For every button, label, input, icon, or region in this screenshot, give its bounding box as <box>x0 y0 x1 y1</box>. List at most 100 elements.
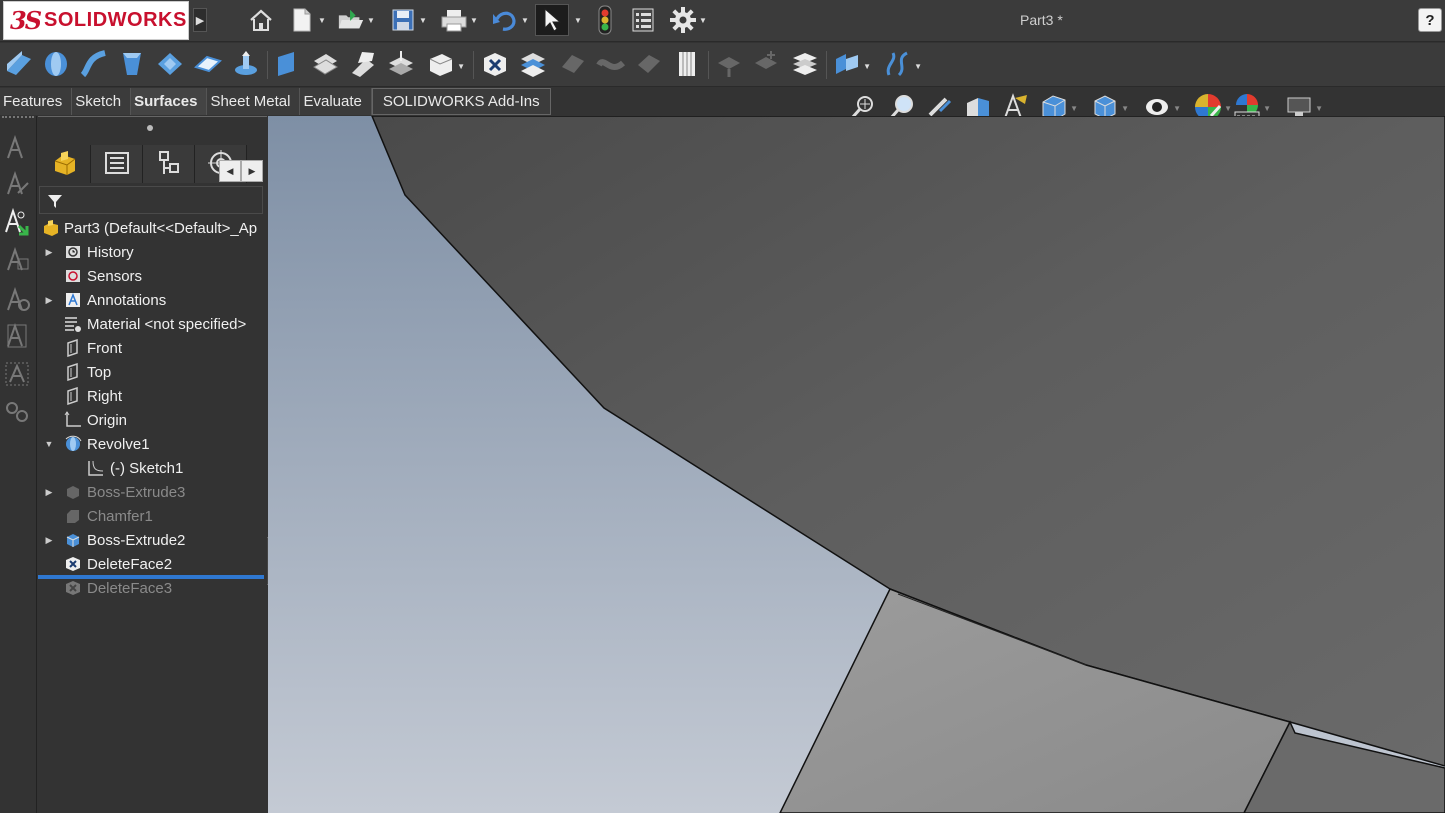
untrim-surface-button[interactable] <box>595 49 627 81</box>
tab-sketch[interactable]: Sketch <box>72 88 132 115</box>
reference-geometry-button[interactable]: ▼ <box>831 49 871 81</box>
planar-surface-icon <box>272 49 302 82</box>
swept-surface-button[interactable] <box>78 49 110 81</box>
curves-button[interactable]: ▼ <box>882 49 922 81</box>
tab-solidworks-add-ins[interactable]: SOLIDWORKS Add-Ins <box>371 88 551 115</box>
tree-item-chamfer1[interactable]: Chamfer1 <box>38 504 267 528</box>
help-button[interactable]: ? <box>1418 8 1442 32</box>
note-button[interactable] <box>2 134 32 164</box>
boundary-surface-button[interactable] <box>154 49 186 81</box>
graphics-area[interactable] <box>268 116 1445 813</box>
planar-surface-button[interactable] <box>271 49 303 81</box>
command-toolbar: ▼ ▼ ▼ <box>0 43 1445 87</box>
collapse-arrow-icon[interactable]: ▼ <box>43 438 55 450</box>
balloon-button[interactable] <box>2 170 32 200</box>
lofted-surface-button[interactable] <box>116 49 148 81</box>
geometric-tolerance-button[interactable] <box>2 360 32 390</box>
tree-item-material[interactable]: Material <not specified> <box>38 312 267 336</box>
tab-sheet-metal[interactable]: Sheet Metal <box>207 88 301 115</box>
new-document-dropdown-icon[interactable]: ▼ <box>318 16 326 25</box>
knit-surface-button[interactable] <box>633 49 665 81</box>
tree-item-front-plane[interactable]: Front <box>38 336 267 360</box>
delete-face-button[interactable]: ▼ <box>425 49 465 81</box>
tree-item-top-plane[interactable]: Top <box>38 360 267 384</box>
view-settings-dropdown-icon[interactable]: ▼ <box>1315 104 1323 113</box>
expand-arrow-icon[interactable]: ▶ <box>43 294 55 306</box>
display-style-dropdown-icon[interactable]: ▼ <box>1121 104 1129 113</box>
tree-item-sensors[interactable]: Sensors <box>38 264 267 288</box>
print-button[interactable]: ▼ <box>436 4 482 36</box>
surface-flatten-button[interactable] <box>385 49 417 81</box>
tree-item-right-plane[interactable]: Right <box>38 384 267 408</box>
scroll-right-icon[interactable]: ▶ <box>241 160 263 182</box>
options-button[interactable]: ▼ <box>665 4 711 36</box>
select-button[interactable] <box>535 4 569 36</box>
tree-filter[interactable] <box>39 186 263 214</box>
trim-surface-button[interactable] <box>557 49 589 81</box>
home-button[interactable] <box>245 4 277 36</box>
curves-dropdown-icon[interactable]: ▼ <box>914 62 922 71</box>
print-dropdown-icon[interactable]: ▼ <box>470 16 478 25</box>
tab-surfaces[interactable]: Surfaces <box>131 88 208 115</box>
tab-configuration-manager[interactable] <box>143 145 195 183</box>
smart-dimension-annotation-button[interactable] <box>2 207 32 238</box>
model-view[interactable] <box>268 116 1445 813</box>
cut-with-surface-button[interactable] <box>750 49 782 81</box>
tree-item-sketch1[interactable]: (-) Sketch1 <box>38 456 267 480</box>
rebuild-button[interactable] <box>592 4 618 36</box>
undo-dropdown-icon[interactable]: ▼ <box>521 16 529 25</box>
tree-root-part[interactable]: Part3 (Default<<Default>_Ap <box>38 216 267 240</box>
expand-menu-button[interactable]: ▶ <box>193 8 207 32</box>
solidworks-logo[interactable]: 3S SOLIDWORKS <box>3 1 189 40</box>
tab-property-manager[interactable] <box>91 145 143 183</box>
expand-arrow-icon[interactable]: ▶ <box>43 486 55 498</box>
undo-button[interactable]: ▼ <box>487 4 533 36</box>
extend-surface-button[interactable] <box>517 49 549 81</box>
tree-item-revolve1[interactable]: ▼ Revolve1 <box>38 432 267 456</box>
surface-stack-button[interactable] <box>789 49 821 81</box>
tree-item-label: Right <box>87 387 123 405</box>
save-button[interactable]: ▼ <box>385 4 431 36</box>
tree-item-boss-extrude3[interactable]: ▶ Boss-Extrude3 <box>38 480 267 504</box>
hide-show-items-dropdown-icon[interactable]: ▼ <box>1173 104 1181 113</box>
offset-surface-button[interactable] <box>309 49 341 81</box>
tree-item-history[interactable]: ▶ History <box>38 240 267 264</box>
ruled-surface-button[interactable] <box>347 49 379 81</box>
panel-splitter-handle[interactable] <box>147 125 153 131</box>
weld-symbol-button[interactable] <box>2 322 32 352</box>
tab-features[interactable]: Features <box>0 88 73 115</box>
freeform-button[interactable] <box>230 49 262 81</box>
file-properties-button[interactable] <box>628 4 658 36</box>
datum-feature-button[interactable] <box>2 286 32 316</box>
options-dropdown-icon[interactable]: ▼ <box>699 16 707 25</box>
expand-arrow-icon[interactable]: ▶ <box>43 246 55 258</box>
open-dropdown-icon[interactable]: ▼ <box>367 16 375 25</box>
tab-evaluate[interactable]: Evaluate <box>300 88 372 115</box>
home-icon <box>247 6 275 34</box>
thickened-cut-button[interactable] <box>713 49 745 81</box>
delete-face-dropdown-icon[interactable]: ▼ <box>457 62 465 71</box>
apply-scene-dropdown-icon[interactable]: ▼ <box>1263 104 1271 113</box>
select-dropdown[interactable]: ▼ <box>569 4 585 36</box>
scroll-left-icon[interactable]: ◀ <box>219 160 241 182</box>
tree-item-deleteface2[interactable]: DeleteFace2 <box>38 552 267 576</box>
reference-geometry-dropdown-icon[interactable]: ▼ <box>863 62 871 71</box>
expand-arrow-icon[interactable]: ▶ <box>43 534 55 546</box>
filled-surface-button[interactable] <box>192 49 224 81</box>
extruded-surface-button[interactable] <box>3 49 35 81</box>
tree-item-origin[interactable]: Origin <box>38 408 267 432</box>
annotation-settings-button[interactable] <box>2 398 32 428</box>
view-orientation-dropdown-icon[interactable]: ▼ <box>1070 104 1078 113</box>
save-dropdown-icon[interactable]: ▼ <box>419 16 427 25</box>
new-document-button[interactable]: ▼ <box>285 4 329 36</box>
revolved-surface-button[interactable] <box>40 49 72 81</box>
tab-feature-manager[interactable] <box>39 145 91 183</box>
tree-item-deleteface3[interactable]: DeleteFace3 <box>38 576 267 600</box>
options-gear-icon <box>669 6 697 34</box>
tree-item-boss-extrude2[interactable]: ▶ Boss-Extrude2 <box>38 528 267 552</box>
open-button[interactable]: ▼ <box>333 4 379 36</box>
thicken-button[interactable] <box>671 49 703 81</box>
tree-item-annotations[interactable]: ▶ Annotations <box>38 288 267 312</box>
surface-finish-button[interactable] <box>2 246 32 276</box>
replace-face-button[interactable] <box>479 49 511 81</box>
